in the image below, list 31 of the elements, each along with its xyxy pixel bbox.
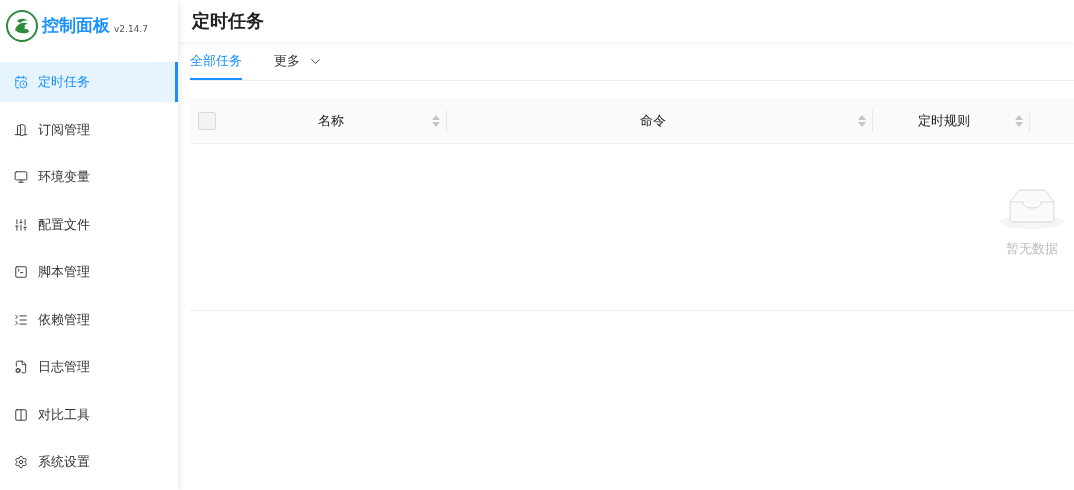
logo-icon (6, 9, 38, 42)
sidebar-item[interactable]: 环境变量 (0, 157, 178, 197)
sort-icon[interactable] (432, 114, 440, 127)
columns-icon (14, 407, 28, 422)
door-icon (14, 122, 28, 137)
page-title: 定时任务 (192, 9, 264, 33)
app-name: 控制面板 (42, 14, 110, 38)
sidebar-item[interactable]: 系统设置 (0, 442, 178, 482)
sort-icon[interactable] (1015, 114, 1023, 127)
settings-icon (14, 455, 28, 470)
file-gear-icon (14, 360, 28, 375)
select-all-checkbox[interactable] (198, 111, 216, 130)
sidebar-item[interactable]: 依赖管理 (0, 299, 178, 340)
terminal-icon (14, 265, 28, 280)
sidebar-item[interactable]: 配置文件 (0, 204, 178, 245)
sidebar-item[interactable]: 对比工具 (0, 395, 178, 435)
column-header[interactable]: 名称 (230, 111, 432, 130)
column-header[interactable]: 命令 (447, 111, 858, 130)
monitor-icon (14, 170, 28, 185)
sliders-icon (14, 217, 28, 232)
column-header[interactable]: 定时规则 (873, 111, 1015, 130)
sidebar-item[interactable]: 脚本管理 (0, 252, 178, 292)
calendar-clock-icon (14, 75, 28, 90)
empty-text: 暂无数据 (1006, 240, 1058, 258)
list-icon (14, 312, 28, 327)
tab[interactable]: 更多 (274, 42, 323, 80)
version-label: v2.14.7 (114, 23, 148, 34)
sidebar-item[interactable]: 订阅管理 (0, 109, 178, 150)
empty-inbox-icon (1000, 189, 1064, 230)
sort-icon[interactable] (858, 114, 866, 127)
sidebar-item[interactable]: 日志管理 (0, 347, 178, 387)
